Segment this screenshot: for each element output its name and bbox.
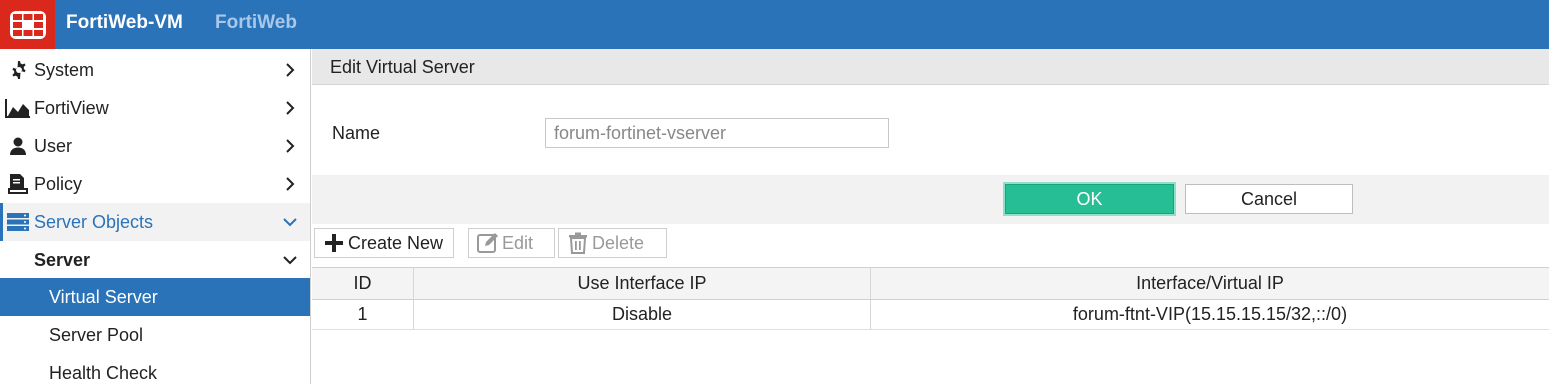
sidebar-item-label: Server <box>34 249 91 270</box>
device-name: FortiWeb-VM <box>66 12 183 33</box>
chevron-down-icon <box>283 256 297 265</box>
edit-label: Edit <box>502 232 534 253</box>
sidebar-item-label: Server Objects <box>34 211 154 232</box>
page-title: Edit Virtual Server <box>312 49 1549 85</box>
table-row[interactable]: 1 Disable forum-ftnt-VIP(15.15.15.15/32,… <box>312 300 1549 330</box>
sidebar-item-user[interactable]: User <box>0 127 310 165</box>
user-icon <box>5 135 31 157</box>
sidebar-item-virtual-server[interactable]: Virtual Server <box>0 278 310 316</box>
ok-button[interactable]: OK <box>1005 184 1174 214</box>
chevron-right-icon <box>286 101 295 115</box>
delete-button[interactable]: Delete <box>558 228 667 258</box>
name-field[interactable] <box>545 118 889 148</box>
edit-button[interactable]: Edit <box>468 228 555 258</box>
sidebar: System FortiView User Policy Server Obje… <box>0 49 311 384</box>
policy-icon <box>5 173 31 195</box>
form-button-bar <box>312 175 1549 224</box>
name-label: Name <box>332 123 381 143</box>
table-header: ID Use Interface IP Interface/Virtual IP <box>312 267 1549 300</box>
sidebar-item-system[interactable]: System <box>0 51 310 89</box>
chevron-down-icon <box>283 218 297 227</box>
server-icon <box>5 211 31 233</box>
delete-label: Delete <box>592 232 645 253</box>
sidebar-item-label: FortiView <box>34 97 109 118</box>
cell-id: 1 <box>312 300 414 329</box>
sidebar-item-label: Server Pool <box>49 324 144 345</box>
create-new-button[interactable]: Create New <box>314 228 455 258</box>
column-header-use-interface-ip[interactable]: Use Interface IP <box>414 268 871 299</box>
sidebar-item-fortiview[interactable]: FortiView <box>0 89 310 127</box>
sidebar-item-label: Policy <box>34 173 83 194</box>
edit-icon <box>477 232 499 254</box>
sidebar-item-health-check[interactable]: Health Check <box>0 354 310 392</box>
plus-icon <box>323 232 345 254</box>
product-name: FortiWeb <box>215 12 297 33</box>
cancel-button[interactable]: Cancel <box>1185 184 1353 214</box>
sidebar-item-server-objects[interactable]: Server Objects <box>0 203 310 241</box>
sidebar-item-label: Virtual Server <box>49 286 158 307</box>
chevron-right-icon <box>286 139 295 153</box>
sidebar-item-label: Health Check <box>49 362 158 383</box>
chevron-right-icon <box>286 63 295 77</box>
trash-icon <box>567 232 589 254</box>
area-chart-icon <box>5 97 31 119</box>
create-new-label: Create New <box>348 232 444 253</box>
sidebar-item-label: System <box>34 59 95 80</box>
main-panel: Edit Virtual Server Name OK Cancel Creat… <box>312 49 1549 384</box>
cell-use-interface-ip: Disable <box>414 300 871 329</box>
column-header-id[interactable]: ID <box>312 268 414 299</box>
sidebar-item-server-pool[interactable]: Server Pool <box>0 316 310 354</box>
sidebar-item-label: User <box>34 135 73 156</box>
sidebar-item-server[interactable]: Server <box>0 241 310 279</box>
cell-interface-virtual-ip: forum-ftnt-VIP(15.15.15.15/32,::/0) <box>1072 304 1348 324</box>
chevron-right-icon <box>286 177 295 191</box>
sidebar-item-policy[interactable]: Policy <box>0 165 310 203</box>
fortinet-logo-icon[interactable] <box>0 0 55 49</box>
gear-icon <box>5 59 31 81</box>
column-header-interface-virtual-ip[interactable]: Interface/Virtual IP <box>871 268 1549 299</box>
top-header: FortiWeb-VM FortiWeb <box>0 0 1549 49</box>
